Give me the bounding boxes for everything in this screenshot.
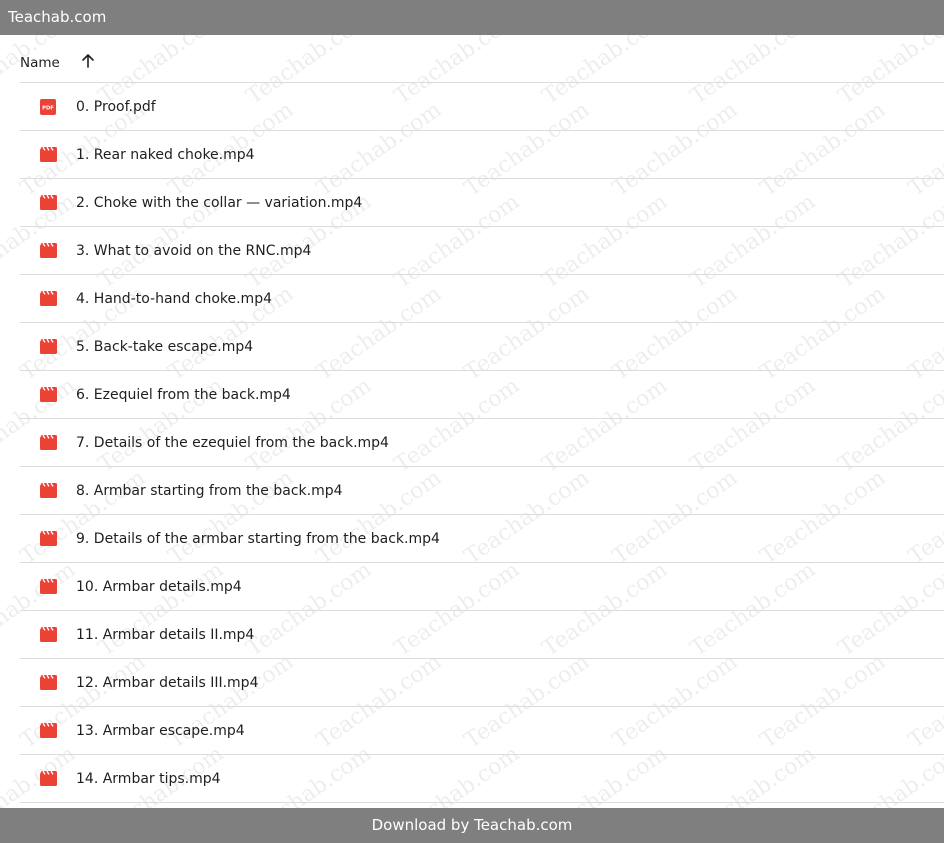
file-name[interactable]: 10. Armbar details.mp4 — [76, 579, 242, 595]
file-name[interactable]: 4. Hand-to-hand choke.mp4 — [76, 291, 272, 307]
video-icon — [39, 338, 57, 356]
video-icon — [39, 482, 57, 500]
video-icon — [39, 770, 57, 788]
file-name[interactable]: 9. Details of the armbar starting from t… — [76, 531, 440, 547]
video-icon — [39, 194, 57, 212]
name-column-header[interactable]: Name — [20, 55, 60, 71]
video-icon — [39, 530, 57, 548]
video-icon — [39, 242, 57, 260]
file-row[interactable]: 8. Armbar starting from the back.mp4 — [20, 467, 944, 515]
file-row[interactable]: 4. Hand-to-hand choke.mp4 — [20, 275, 944, 323]
file-row[interactable]: 1. Rear naked choke.mp4 — [20, 131, 944, 179]
video-icon — [39, 290, 57, 308]
file-name[interactable]: 14. Armbar tips.mp4 — [76, 771, 221, 787]
file-row[interactable]: 14. Armbar tips.mp4 — [20, 755, 944, 803]
file-row[interactable]: 3. What to avoid on the RNC.mp4 — [20, 227, 944, 275]
file-row[interactable]: 13. Armbar escape.mp4 — [20, 707, 944, 755]
file-name[interactable]: 1. Rear naked choke.mp4 — [76, 147, 255, 163]
file-name[interactable]: 13. Armbar escape.mp4 — [76, 723, 245, 739]
file-row[interactable]: 10. Armbar details.mp4 — [20, 563, 944, 611]
file-row[interactable]: 7. Details of the ezequiel from the back… — [20, 419, 944, 467]
file-name[interactable]: 6. Ezequiel from the back.mp4 — [76, 387, 291, 403]
video-icon — [39, 722, 57, 740]
file-row[interactable]: 5. Back-take escape.mp4 — [20, 323, 944, 371]
file-name[interactable]: 8. Armbar starting from the back.mp4 — [76, 483, 343, 499]
file-name[interactable]: 5. Back-take escape.mp4 — [76, 339, 253, 355]
file-name[interactable]: 12. Armbar details III.mp4 — [76, 675, 258, 691]
list-header: Name — [20, 35, 944, 83]
file-row[interactable]: 11. Armbar details II.mp4 — [20, 611, 944, 659]
file-name[interactable]: 3. What to avoid on the RNC.mp4 — [76, 243, 311, 259]
arrow-up-icon[interactable] — [80, 53, 96, 69]
video-icon — [39, 674, 57, 692]
site-title: Teachab.com — [8, 8, 107, 26]
video-icon — [39, 626, 57, 644]
file-row[interactable]: PDF 0. Proof.pdf — [20, 83, 944, 131]
file-name[interactable]: 2. Choke with the collar — variation.mp4 — [76, 195, 362, 211]
site-title-bar: Teachab.com — [0, 0, 944, 35]
file-name[interactable]: 7. Details of the ezequiel from the back… — [76, 435, 389, 451]
download-footer[interactable]: Download by Teachab.com — [0, 808, 944, 843]
svg-text:PDF: PDF — [42, 105, 54, 111]
file-row[interactable]: 12. Armbar details III.mp4 — [20, 659, 944, 707]
file-row[interactable]: 6. Ezequiel from the back.mp4 — [20, 371, 944, 419]
video-icon — [39, 386, 57, 404]
file-list: Name PDF 0. Proof.pdf 1. Rear naked choke.… — [20, 35, 944, 803]
download-link[interactable]: Download by Teachab.com — [372, 816, 573, 834]
video-icon — [39, 578, 57, 596]
pdf-icon: PDF — [39, 98, 57, 116]
file-name[interactable]: 0. Proof.pdf — [76, 99, 156, 115]
file-row[interactable]: 2. Choke with the collar — variation.mp4 — [20, 179, 944, 227]
file-name[interactable]: 11. Armbar details II.mp4 — [76, 627, 254, 643]
video-icon — [39, 434, 57, 452]
file-row[interactable]: 9. Details of the armbar starting from t… — [20, 515, 944, 563]
video-icon — [39, 146, 57, 164]
